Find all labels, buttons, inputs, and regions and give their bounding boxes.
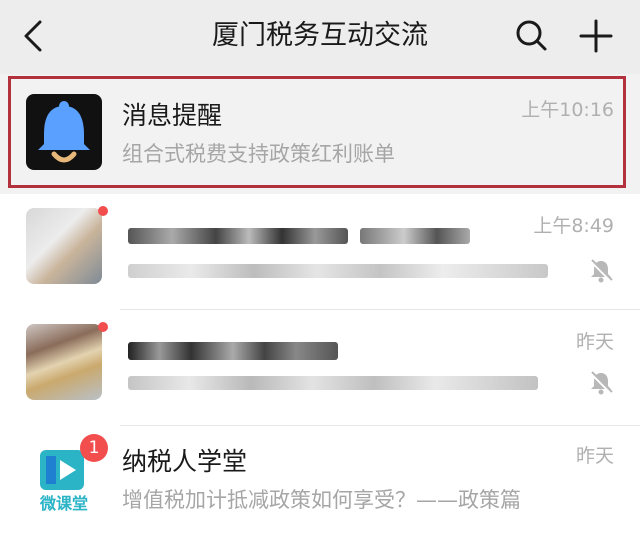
plus-icon[interactable] [578,18,614,54]
blurred-preview [128,264,548,278]
blurred-name [128,228,348,244]
chat-time: 昨天 [575,331,614,353]
chat-row-message-reminder[interactable]: 消息提醒 组合式税费支持政策红利账单 上午10:16 [0,74,640,194]
chat-preview: 增值税加计抵减政策如何享受？——政策篇 [122,488,521,512]
chat-row-blurred-2[interactable]: 昨天 [0,314,640,434]
chat-list: 消息提醒 组合式税费支持政策红利账单 上午10:16 上午8:49 昨天 微课堂… [0,74,640,550]
mute-icon [589,371,613,395]
unread-dot [98,322,108,332]
unread-dot [98,206,108,216]
avatar-caption: 微课堂 [39,494,88,513]
chat-time: 上午10:16 [521,99,614,121]
bell-icon [38,101,90,163]
unread-badge: 1 [80,434,108,462]
chat-row-blurred-1[interactable]: 上午8:49 [0,198,640,318]
chat-row-taxpayer-school[interactable]: 微课堂 1 纳税人学堂 增值税加计抵减政策如何享受？——政策篇 昨天 [0,430,640,550]
chat-time: 上午8:49 [533,215,614,237]
chat-name: 纳税人学堂 [122,447,248,476]
divider [120,309,640,310]
header-bar: 厦门税务互动交流 [0,0,640,74]
avatar [26,324,102,400]
blurred-name [128,342,338,360]
avatar [26,208,102,284]
chat-name: 消息提醒 [122,101,223,130]
divider [120,425,640,426]
blurred-preview [128,376,538,390]
mute-icon [589,259,613,283]
chat-preview: 组合式税费支持政策红利账单 [122,142,395,166]
chat-time: 昨天 [575,445,614,467]
avatar [26,94,102,170]
blurred-name-2 [360,228,470,244]
search-icon[interactable] [514,18,548,52]
